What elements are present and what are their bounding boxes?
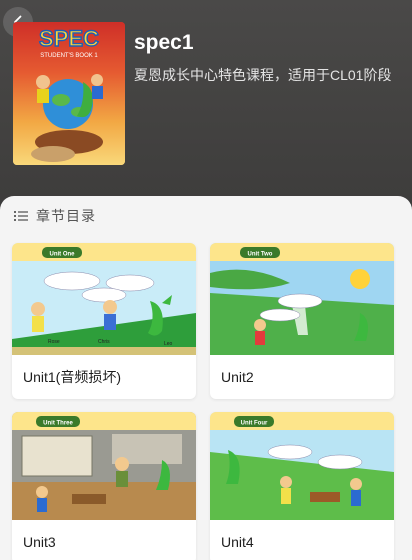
unit-thumbnail: Unit Four (210, 412, 394, 520)
list-icon (14, 211, 28, 221)
unit-card[interactable]: Unit Three Unit3 (12, 412, 196, 560)
unit-card[interactable]: Unit One Rose Chris Leo Unit1(音频损坏) (12, 243, 196, 399)
course-title: spec1 (134, 31, 194, 54)
unit-card[interactable]: Unit Four Unit4 (210, 412, 394, 560)
unit-thumbnail: Unit Two (210, 243, 394, 355)
unit-banner: Unit Two (248, 252, 273, 258)
unit-thumbnail: Unit Three (12, 412, 196, 520)
unit-banner: Unit Three (43, 421, 73, 427)
chapter-list-header: 章节目录 (14, 206, 96, 226)
course-description: 夏恩成长中心特色课程，适用于CL01阶段 (134, 67, 392, 83)
unit-banner: Unit One (50, 252, 76, 258)
character-name: Chris (98, 339, 110, 345)
course-cover-image: SPEC STUDENT'S BOOK 1 (13, 22, 125, 165)
unit-title: Unit1(音频损坏) (23, 369, 122, 385)
cover-logo: SPEC (39, 26, 99, 51)
unit-title: Unit4 (221, 534, 254, 550)
unit-thumbnail: Unit One Rose Chris Leo (12, 243, 196, 355)
cover-subtitle: STUDENT'S BOOK 1 (40, 53, 98, 59)
unit-banner: Unit Four (241, 421, 268, 427)
chapter-list-title: 章节目录 (36, 208, 96, 224)
unit-title: Unit3 (23, 534, 56, 550)
character-name: Rose (48, 339, 60, 345)
character-name: Leo (164, 341, 173, 347)
course-header: SPEC STUDENT'S BOOK 1 spec1 夏恩成长中心特色课程，适… (0, 0, 412, 200)
unit-title: Unit2 (221, 369, 254, 385)
unit-card[interactable]: Unit Two Unit2 (210, 243, 394, 399)
